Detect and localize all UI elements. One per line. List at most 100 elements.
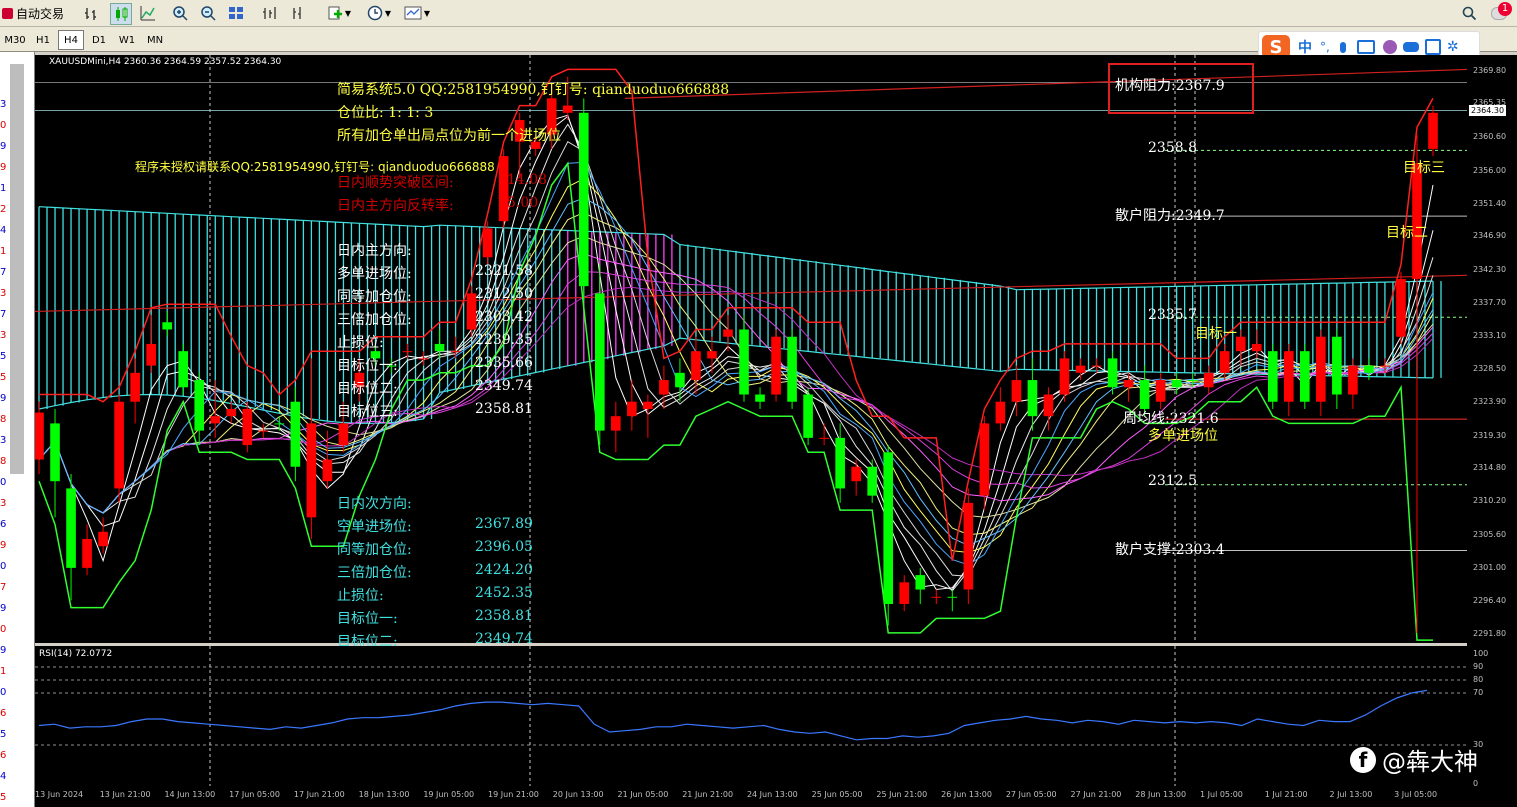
dropdown-arrow-icon: ▼ <box>384 8 392 18</box>
quote-digit: 9 <box>0 603 7 614</box>
zoom-out-button[interactable] <box>198 3 218 23</box>
watermark-text: @犇大神 <box>1382 748 1478 776</box>
price-axis-label: 2301.00 <box>1473 562 1507 572</box>
main-row-value: 2358.81 <box>475 401 533 417</box>
rsi-panel[interactable]: RSI(14) 72.0772 <box>35 646 1467 786</box>
rsi-axis-label: 100 <box>1473 649 1489 658</box>
candle-body <box>883 452 894 604</box>
scrollbar[interactable] <box>10 64 24 474</box>
time-axis-label: 25 Jun 21:00 <box>876 790 928 799</box>
ime-punctuation-icon[interactable]: °, <box>1320 40 1330 54</box>
candle-body <box>66 488 76 568</box>
quote-digit: 3 <box>0 288 7 299</box>
time-axis-label: 27 Jun 05:00 <box>1005 790 1057 799</box>
chart-shift-button[interactable] <box>260 3 280 23</box>
time-axis-label: 2 Jul 13:00 <box>1329 790 1373 799</box>
time-axis-label: 18 Jun 13:00 <box>358 790 410 799</box>
autoscroll-button[interactable] <box>288 3 308 23</box>
search-icon <box>1462 6 1476 20</box>
candle-body <box>771 336 781 395</box>
candle-body <box>274 423 285 425</box>
rsi-axis-label: 70 <box>1473 688 1484 697</box>
target-two-label: 目标二 <box>1386 225 1428 241</box>
reversal-label: 日内主方向反转率: <box>337 198 454 214</box>
candle-body <box>979 423 990 496</box>
support-line <box>38 161 1433 641</box>
secondary-row-value: 2367.89 <box>475 516 533 532</box>
candle-body <box>707 351 717 359</box>
price-axis-label: 2356.00 <box>1473 165 1507 175</box>
price-axis-label: 2291.80 <box>1473 629 1507 639</box>
dropdown-arrow-icon: ▼ <box>344 8 352 18</box>
candle-body <box>1027 380 1038 417</box>
main-row-value: 2239.35 <box>475 332 533 348</box>
time-axis: 13 Jun 2024 13 Jun 21:00 14 Jun 13:00 17 Ju… <box>35 786 1517 807</box>
gamepad-icon[interactable] <box>1402 42 1419 52</box>
candlestick-chart-button[interactable] <box>110 3 132 25</box>
main-row-label: 同等加仓位: <box>337 289 412 305</box>
templates-button[interactable]: ▼ <box>400 3 434 23</box>
settings-icon[interactable]: ✲ <box>1447 39 1459 55</box>
auto-trade-button[interactable]: 自动交易 <box>2 3 68 23</box>
candle-body <box>1187 380 1198 382</box>
timeframe-d1-button[interactable]: D1 <box>86 30 112 50</box>
price-axis-label: 2296.40 <box>1473 596 1507 606</box>
timeframe-h1-button[interactable]: H1 <box>30 30 56 50</box>
zoom-in-button[interactable] <box>170 3 190 23</box>
level-2312-label: 2312.5 <box>1148 473 1197 489</box>
main-row-value: 2303.42 <box>475 309 533 325</box>
main-toolbar: 自动交易 ▼ ▼ ▼ 1 <box>0 0 1517 27</box>
main-row-label: 目标位二: <box>337 381 398 397</box>
quote-digit: 3 <box>0 330 7 341</box>
candle-body <box>739 329 749 395</box>
resistance-trendline <box>624 68 1467 99</box>
periods-button[interactable]: ▼ <box>362 3 396 23</box>
main-row-label: 止损位: <box>337 335 384 351</box>
candle-body <box>691 351 701 381</box>
quote-digit: 6 <box>0 519 7 530</box>
bar-chart-button[interactable] <box>82 3 102 23</box>
candle-body <box>35 412 44 460</box>
notification-badge: 1 <box>1498 2 1512 16</box>
price-axis-label: 2346.90 <box>1473 231 1507 241</box>
main-row-label: 多单进场位: <box>337 266 412 282</box>
emoji-icon[interactable] <box>1382 40 1397 54</box>
timeframe-m30-button[interactable]: M30 <box>2 30 28 50</box>
indicators-button[interactable]: ▼ <box>322 3 356 23</box>
candle-body <box>755 394 765 402</box>
microphone-icon[interactable] <box>1339 41 1346 53</box>
tile-windows-icon <box>229 7 243 19</box>
quote-digit: 5 <box>0 792 7 803</box>
zoom-out-icon <box>201 6 216 21</box>
quote-digit: 7 <box>0 309 7 320</box>
watermark: f @犇大神 <box>1350 742 1478 777</box>
candle-body <box>851 466 861 482</box>
secondary-row-value: 2424.20 <box>475 562 533 578</box>
ime-chinese-mode-icon[interactable]: 中 <box>1298 37 1312 57</box>
price-axis-label: 2351.40 <box>1473 198 1507 208</box>
timeframe-w1-button[interactable]: W1 <box>114 30 140 50</box>
line-chart-button[interactable] <box>138 3 158 23</box>
timeframe-h4-button[interactable]: H4 <box>58 30 84 50</box>
price-chart[interactable]: XAUUSDMini,H4 2360.36 2364.59 2357.52 23… <box>35 55 1467 650</box>
skin-icon[interactable] <box>1424 39 1441 55</box>
candle-body <box>450 351 461 353</box>
auto-trade-icon <box>2 7 13 19</box>
tile-windows-button[interactable] <box>226 3 246 23</box>
autoscroll-icon <box>293 7 301 19</box>
time-axis-label: 27 Jun 21:00 <box>1070 790 1122 799</box>
search-button[interactable] <box>1460 3 1478 23</box>
quote-digit: 9 <box>0 540 7 551</box>
timeframe-mn-button[interactable]: MN <box>142 30 168 50</box>
candle-body <box>643 401 653 409</box>
candle-body <box>210 416 221 424</box>
candle-body <box>498 156 509 222</box>
time-axis-label: 28 Jun 13:00 <box>1135 790 1187 799</box>
candlestick-icon <box>116 7 128 21</box>
time-axis-label: 14 Jun 13:00 <box>164 790 216 799</box>
secondary-row-label: 目标位一: <box>337 611 398 627</box>
keyboard-icon[interactable] <box>1356 40 1375 54</box>
chart-header: XAUUSDMini,H4 2360.36 2364.59 2357.52 23… <box>49 57 282 67</box>
price-chart-canvas <box>35 55 1467 643</box>
notifications-button[interactable]: 1 <box>1486 2 1512 23</box>
